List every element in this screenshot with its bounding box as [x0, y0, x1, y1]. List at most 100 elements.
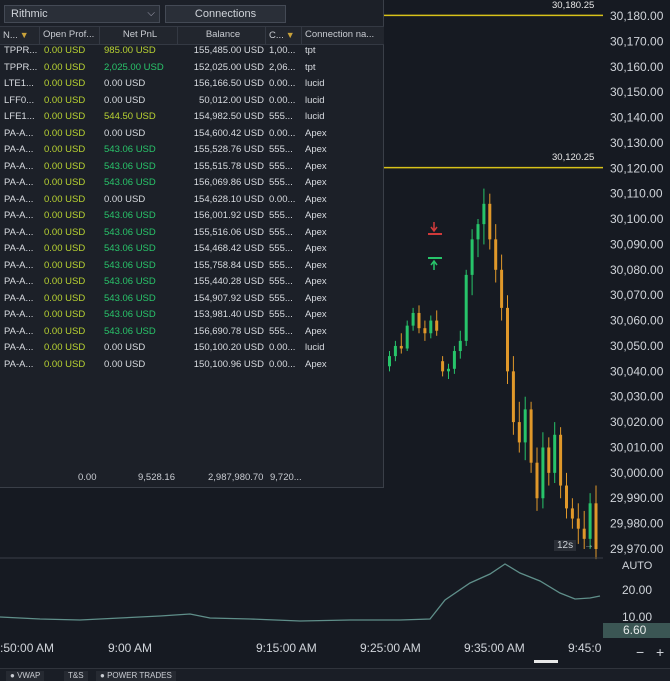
table-row[interactable]: PA-A... 0.00 USD 543.06 USD 154,907.92 USD 5… [0, 291, 384, 308]
price-axis-label: 30,070.00 [610, 288, 664, 302]
candle-body [423, 328, 427, 334]
time-axis-label: 9:45:0 [568, 641, 602, 655]
table-row[interactable]: PA-A... 0.00 USD 543.06 USD 153,981.40 USD 5… [0, 307, 384, 324]
candle-body [447, 368, 450, 372]
open-profit-cell: 0.00 USD [44, 160, 86, 172]
connection-name-cell: Apex [305, 177, 327, 188]
account-name-cell: PA-A... [4, 226, 34, 238]
open-profit-cell: 0.00 USD [44, 243, 86, 254]
scroll-handle[interactable] [534, 660, 558, 663]
connection-name-cell: Apex [305, 144, 327, 155]
scroll-right-icon[interactable]: → [584, 540, 594, 551]
balance-cell: 155,758.84 USD [193, 259, 264, 271]
col-balance-header[interactable]: Balance [178, 27, 266, 44]
connection-name-cell: Apex [305, 243, 327, 254]
filter-icon[interactable]: ▼ [20, 30, 29, 40]
candle-body [399, 345, 403, 349]
table-row[interactable]: PA-A... 0.00 USD 543.06 USD 156,069.86 USD 5… [0, 175, 384, 192]
connection-name-cell: Apex [305, 358, 327, 370]
c-cell: 555... [269, 243, 293, 254]
candle-body [494, 239, 498, 270]
price-axis-label: 30,060.00 [610, 314, 664, 328]
indicator-mode[interactable]: AUTO [622, 560, 652, 572]
candle-body [488, 203, 492, 240]
c-cell: 555... [269, 226, 293, 238]
open-profit-cell: 0.00 USD [44, 358, 86, 370]
connection-name-cell: Apex [305, 259, 327, 271]
accounts-panel: Rithmic ⌵ Connections N... ▼ Open Prof...… [0, 0, 384, 488]
candle-body [429, 320, 433, 334]
col-c-header[interactable]: C... ▼ [266, 27, 302, 44]
connection-name-cell: tpt [305, 61, 316, 73]
c-cell: 0.00... [269, 358, 296, 370]
connection-name-cell: Apex [305, 226, 327, 238]
price-axis-label: 30,130.00 [610, 136, 664, 150]
table-row[interactable]: PA-A... 0.00 USD 0.00 USD 154,600.42 USD 0.0… [0, 126, 384, 143]
net-pnl-cell: 543.06 USD [104, 259, 156, 271]
net-pnl-cell: 543.06 USD [104, 226, 156, 238]
connections-button[interactable]: Connections [165, 5, 286, 23]
price-axis-label: 29,970.00 [610, 542, 664, 556]
c-cell: 0.00... [269, 94, 296, 106]
account-name-cell: TPPR... [4, 61, 38, 73]
candle-body [458, 340, 462, 352]
table-row[interactable]: LFE1... 0.00 USD 544.50 USD 154,982.50 USD 5… [0, 109, 384, 126]
table-row[interactable]: LTE1... 0.00 USD 0.00 USD 156,166.50 USD 0.0… [0, 76, 384, 93]
table-row[interactable]: PA-A... 0.00 USD 543.06 USD 155,528.76 USD 5… [0, 142, 384, 159]
table-row[interactable]: TPPR... 0.00 USD 2,025.00 USD 152,025.00 US… [0, 60, 384, 77]
broker-select[interactable]: Rithmic ⌵ [4, 5, 160, 23]
balance-cell: 156,001.92 USD [193, 210, 264, 221]
balance-cell: 154,628.10 USD [193, 193, 264, 205]
candle-body [388, 356, 391, 367]
balance-cell: 153,981.40 USD [193, 309, 264, 320]
price-axis-label: 30,010.00 [610, 440, 664, 454]
account-name-cell: LFF0... [4, 94, 35, 106]
price-axis-label: 29,980.00 [610, 517, 664, 531]
net-pnl-cell: 543.06 USD [104, 243, 156, 254]
account-name-cell: PA-A... [4, 342, 34, 353]
net-pnl-cell: 543.06 USD [104, 309, 156, 320]
balance-cell: 154,982.50 USD [193, 111, 264, 122]
connection-name-cell: lucid [305, 94, 325, 106]
open-profit-cell: 0.00 USD [44, 45, 86, 56]
net-pnl-cell: 0.00 USD [104, 127, 146, 139]
account-name-cell: PA-A... [4, 127, 34, 139]
table-row[interactable]: PA-A... 0.00 USD 543.06 USD 154,468.42 USD 5… [0, 241, 384, 258]
connection-name-cell: Apex [305, 292, 327, 304]
table-row[interactable]: PA-A... 0.00 USD 543.06 USD 155,516.06 USD 5… [0, 225, 384, 242]
net-pnl-cell: 0.00 USD [104, 94, 146, 106]
col-connection-header[interactable]: Connection na... [302, 27, 384, 44]
col-name-header[interactable]: N... ▼ [0, 27, 40, 44]
table-row[interactable]: PA-A... 0.00 USD 543.06 USD 155,440.28 USD 5… [0, 274, 384, 291]
col-open-profit-header[interactable]: Open Prof... [40, 27, 100, 44]
account-name-cell: PA-A... [4, 292, 34, 304]
col-net-pnl-header[interactable]: Net PnL [100, 27, 178, 44]
candle-body [529, 409, 533, 463]
table-row[interactable]: PA-A... 0.00 USD 543.06 USD 155,758.84 USD 5… [0, 258, 384, 275]
zoom-in-icon[interactable]: + [656, 644, 664, 660]
table-row[interactable]: PA-A... 0.00 USD 0.00 USD 150,100.96 USD 0.0… [0, 357, 384, 374]
connection-name-cell: Apex [305, 193, 327, 205]
table-row[interactable]: PA-A... 0.00 USD 0.00 USD 150,100.20 USD 0.0… [0, 340, 384, 357]
balance-cell: 155,485.00 USD [193, 45, 264, 56]
price-axis-label: 29,990.00 [610, 491, 664, 505]
open-profit-cell: 0.00 USD [44, 276, 86, 287]
net-pnl-cell: 0.00 USD [104, 78, 146, 89]
open-profit-cell: 0.00 USD [44, 61, 86, 73]
candle-body [441, 361, 445, 372]
table-row[interactable]: LFF0... 0.00 USD 0.00 USD 50,012.00 USD 0.00… [0, 93, 384, 110]
table-row[interactable]: PA-A... 0.00 USD 0.00 USD 154,628.10 USD 0.0… [0, 192, 384, 209]
filter-icon[interactable]: ▼ [286, 30, 295, 40]
account-name-cell: TPPR... [4, 45, 38, 56]
price-axis-label: 30,100.00 [610, 212, 664, 226]
price-axis-label: 30,120.00 [610, 161, 664, 175]
table-row[interactable]: TPPR... 0.00 USD 985.00 USD 155,485.00 USD 1… [0, 43, 384, 60]
zoom-out-icon[interactable]: − [636, 644, 644, 660]
net-pnl-cell: 543.06 USD [104, 276, 156, 287]
table-row[interactable]: PA-A... 0.00 USD 543.06 USD 155,515.78 USD 5… [0, 159, 384, 176]
balance-cell: 155,515.78 USD [193, 160, 264, 172]
open-profit-cell: 0.00 USD [44, 127, 86, 139]
balance-cell: 152,025.00 USD [193, 61, 264, 73]
table-row[interactable]: PA-A... 0.00 USD 543.06 USD 156,001.92 USD 5… [0, 208, 384, 225]
table-row[interactable]: PA-A... 0.00 USD 543.06 USD 156,690.78 USD 5… [0, 324, 384, 341]
